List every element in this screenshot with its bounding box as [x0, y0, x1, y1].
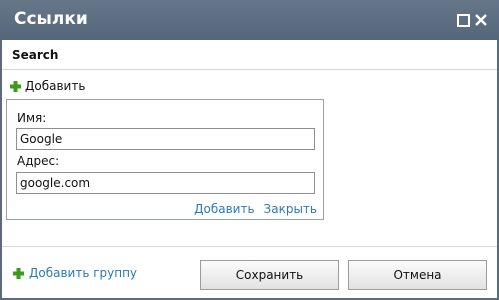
dialog-titlebar: Ссылки: [0, 0, 499, 40]
add-link-label: Добавить: [25, 79, 86, 93]
name-field[interactable]: [16, 128, 315, 150]
plus-icon: [10, 80, 21, 92]
maximize-icon[interactable]: [456, 13, 470, 27]
name-label: Имя:: [17, 111, 47, 125]
close-icon[interactable]: [474, 13, 488, 27]
popup-close-link[interactable]: Закрыть: [264, 201, 317, 217]
popup-add-link[interactable]: Добавить: [194, 201, 254, 217]
add-link-button[interactable]: Добавить: [10, 78, 85, 94]
address-label: Адрес:: [17, 154, 60, 168]
section-header: Search: [2, 40, 497, 70]
popup-actions: Добавить Закрыть: [194, 201, 317, 217]
address-field[interactable]: [16, 172, 315, 194]
dialog-title: Ссылки: [14, 9, 88, 29]
plus-icon: [13, 267, 24, 279]
add-link-popup: Имя: Адрес: Добавить Закрыть: [6, 99, 324, 220]
section-title: Search: [12, 48, 59, 62]
dialog-content: Search Добавить Имя: Адрес: Добавить Зак…: [2, 40, 497, 298]
cancel-button[interactable]: Отмена: [348, 260, 487, 290]
add-group-label: Добавить группу: [29, 266, 138, 280]
links-dialog: Ссылки Search Добавить Имя: Адрес:: [0, 0, 499, 300]
dialog-footer: Добавить группу Сохранить Отмена: [2, 246, 497, 298]
save-button[interactable]: Сохранить: [200, 260, 339, 290]
add-group-button[interactable]: Добавить группу: [13, 265, 137, 281]
